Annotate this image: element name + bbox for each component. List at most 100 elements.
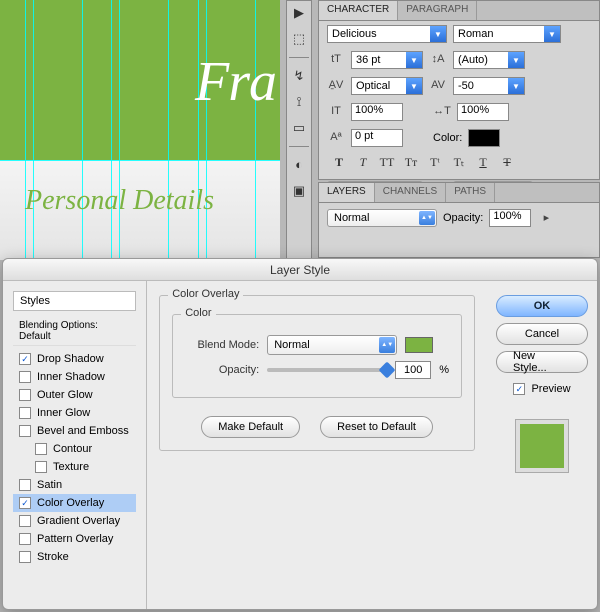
baseline-input[interactable]: 0 pt: [351, 129, 403, 147]
make-default-button[interactable]: Make Default: [201, 416, 300, 438]
hscale-input[interactable]: 100%: [457, 103, 509, 121]
style-item-contour[interactable]: Contour: [13, 440, 136, 458]
style-checkbox[interactable]: [19, 425, 31, 437]
leading-select[interactable]: (Auto)▼: [453, 51, 525, 69]
guide-v[interactable]: [168, 0, 169, 260]
style-item-drop-shadow[interactable]: ✓Drop Shadow: [13, 350, 136, 368]
tab-layers[interactable]: LAYERS: [319, 183, 375, 202]
style-item-inner-glow[interactable]: Inner Glow: [13, 404, 136, 422]
style-checkbox[interactable]: ✓: [19, 353, 31, 365]
style-item-satin[interactable]: Satin: [13, 476, 136, 494]
style-item-stroke[interactable]: Stroke: [13, 548, 136, 566]
cancel-button[interactable]: Cancel: [496, 323, 588, 345]
guide-h[interactable]: [0, 160, 280, 161]
styles-list: Styles Blending Options: Default ✓Drop S…: [3, 281, 147, 609]
strikethrough-button[interactable]: Ŧ: [497, 155, 517, 173]
vscale-icon: IT: [327, 105, 345, 119]
reset-default-button[interactable]: Reset to Default: [320, 416, 433, 438]
tab-channels[interactable]: CHANNELS: [375, 183, 446, 202]
style-label: Outer Glow: [37, 389, 93, 401]
font-family-select[interactable]: Delicious▼: [327, 25, 447, 43]
blending-options-default[interactable]: Blending Options: Default: [13, 317, 136, 346]
preview-checkbox[interactable]: ✓: [513, 383, 525, 395]
style-item-bevel-and-emboss[interactable]: Bevel and Emboss: [13, 422, 136, 440]
style-checkbox[interactable]: [19, 389, 31, 401]
style-item-gradient-overlay[interactable]: Gradient Overlay: [13, 512, 136, 530]
style-item-texture[interactable]: Texture: [13, 458, 136, 476]
style-label: Inner Glow: [37, 407, 90, 419]
dropdown-arrow-icon: ▼: [544, 26, 560, 42]
guide-v[interactable]: [206, 0, 207, 260]
blend-mode-select[interactable]: Normal▲▼: [267, 335, 397, 355]
tab-paragraph[interactable]: PARAGRAPH: [398, 1, 477, 20]
font-size-select[interactable]: 36 pt▼: [351, 51, 423, 69]
vscale-input[interactable]: 100%: [351, 103, 403, 121]
tracking-select[interactable]: -50▼: [453, 77, 525, 95]
guide-v[interactable]: [25, 0, 26, 260]
font-style-select[interactable]: Roman▼: [453, 25, 561, 43]
style-label: Gradient Overlay: [37, 515, 120, 527]
opacity-label: Opacity:: [185, 364, 259, 376]
layer-blend-select[interactable]: Normal▲▼: [327, 209, 437, 227]
tool-presets-icon[interactable]: ↯: [291, 68, 307, 84]
play-icon[interactable]: ▶: [291, 5, 307, 21]
style-checkbox[interactable]: [35, 443, 47, 455]
layer-opacity-input[interactable]: 100%: [489, 209, 531, 227]
slider-thumb[interactable]: [379, 362, 396, 379]
tool-options-column: ▶ ⬚ ↯ ⟟ ▭ ◐ ▣: [286, 0, 312, 260]
kerning-select[interactable]: Optical▼: [351, 77, 423, 95]
style-checkbox[interactable]: [19, 533, 31, 545]
style-checkbox[interactable]: [19, 515, 31, 527]
adjust-icon[interactable]: ◐: [291, 157, 307, 173]
sample-text: Fra: [195, 50, 276, 114]
new-style-label: New Style...: [513, 350, 571, 374]
section-title: Color Overlay: [168, 288, 243, 300]
smallcaps-button[interactable]: Tᴛ: [401, 155, 421, 173]
style-settings: Color Overlay Color Blend Mode: Normal▲▼…: [147, 281, 487, 609]
subscript-button[interactable]: Tₜ: [449, 155, 469, 173]
style-checkbox[interactable]: [19, 551, 31, 563]
superscript-button[interactable]: Tᵗ: [425, 155, 445, 173]
style-label: Contour: [53, 443, 92, 455]
style-item-inner-shadow[interactable]: Inner Shadow: [13, 368, 136, 386]
brush-icon[interactable]: ⟟: [291, 94, 307, 110]
text-color-swatch[interactable]: [468, 129, 500, 147]
styles-header[interactable]: Styles: [13, 291, 136, 311]
opacity-input[interactable]: 100: [395, 361, 431, 379]
guide-v[interactable]: [111, 0, 112, 260]
guide-v[interactable]: [255, 0, 256, 260]
style-checkbox[interactable]: [19, 479, 31, 491]
actions-icon[interactable]: ⬚: [291, 31, 307, 47]
preview-checkbox-row[interactable]: ✓ Preview: [513, 383, 570, 395]
mask-icon[interactable]: ▣: [291, 183, 307, 199]
guide-v[interactable]: [33, 0, 34, 260]
allcaps-button[interactable]: TT: [377, 155, 397, 173]
style-checkbox[interactable]: ✓: [19, 497, 31, 509]
style-checkbox[interactable]: [19, 371, 31, 383]
style-checkbox[interactable]: [19, 407, 31, 419]
style-checkbox[interactable]: [35, 461, 47, 473]
heading-text: Personal Details: [25, 185, 214, 217]
tracking-value: -50: [458, 80, 474, 92]
style-item-outer-glow[interactable]: Outer Glow: [13, 386, 136, 404]
guide-v[interactable]: [119, 0, 120, 260]
clone-icon[interactable]: ▭: [291, 120, 307, 136]
chevron-right-icon[interactable]: ▸: [537, 211, 555, 225]
guide-v[interactable]: [82, 0, 83, 260]
ok-button[interactable]: OK: [496, 295, 588, 317]
guide-v[interactable]: [198, 0, 199, 260]
font-size-icon: tT: [327, 53, 345, 67]
underline-button[interactable]: T: [473, 155, 493, 173]
layer-blend-value: Normal: [334, 212, 369, 224]
faux-italic-button[interactable]: T: [353, 155, 373, 173]
faux-bold-button[interactable]: T: [329, 155, 349, 173]
style-item-color-overlay[interactable]: ✓Color Overlay: [13, 494, 136, 512]
tab-paths[interactable]: PATHS: [446, 183, 495, 202]
style-item-pattern-overlay[interactable]: Pattern Overlay: [13, 530, 136, 548]
percent-label: %: [439, 364, 449, 376]
new-style-button[interactable]: New Style...: [496, 351, 588, 373]
tab-character[interactable]: CHARACTER: [319, 1, 398, 20]
separator: [289, 57, 309, 58]
opacity-slider[interactable]: [267, 368, 387, 372]
overlay-color-swatch[interactable]: [405, 337, 433, 353]
